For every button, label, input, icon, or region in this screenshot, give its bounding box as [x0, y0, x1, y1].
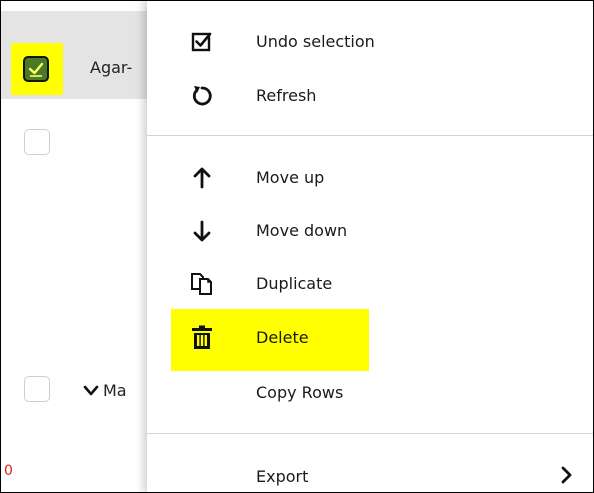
menu-item-label: Export: [256, 467, 309, 486]
app-frame: Agar- Ma 0 Undo selection Refresh Move u…: [0, 0, 594, 493]
menu-item-move-up[interactable]: Move up: [147, 153, 593, 205]
checkmark-icon: [28, 62, 44, 77]
duplicate-icon: [191, 273, 212, 295]
menu-item-label: Refresh: [256, 86, 317, 105]
row-checkbox-checked[interactable]: [23, 56, 49, 82]
refresh-icon: [192, 86, 212, 106]
chevron-right-icon: [561, 466, 572, 484]
menu-item-move-down[interactable]: Move down: [147, 206, 593, 258]
row-label: Agar-: [90, 58, 133, 77]
row-count: 0: [4, 463, 13, 479]
context-menu: Undo selection Refresh Move up Move down…: [147, 1, 593, 492]
menu-item-label: Duplicate: [256, 274, 333, 293]
chevron-down-icon[interactable]: [83, 385, 99, 397]
menu-item-label: Move down: [256, 221, 348, 240]
row-checkbox[interactable]: [24, 129, 50, 155]
menu-item-copy-rows[interactable]: Copy Rows: [147, 368, 593, 420]
menu-item-label: Undo selection: [256, 32, 375, 51]
menu-item-delete[interactable]: Delete: [147, 313, 593, 365]
menu-item-label: Move up: [256, 168, 325, 187]
menu-item-label: Copy Rows: [256, 383, 344, 402]
row-checkbox[interactable]: [24, 376, 50, 402]
row-label: Ma: [103, 381, 127, 400]
menu-item-export[interactable]: Export: [147, 452, 593, 492]
menu-item-duplicate[interactable]: Duplicate: [147, 259, 593, 311]
trash-icon: [192, 325, 212, 349]
menu-item-label: Delete: [256, 328, 309, 347]
menu-item-refresh[interactable]: Refresh: [147, 71, 593, 123]
menu-item-undo-selection[interactable]: Undo selection: [147, 17, 593, 69]
checkbox-icon: [191, 32, 212, 52]
arrow-down-icon: [193, 220, 211, 242]
menu-divider: [147, 433, 593, 434]
arrow-up-icon: [193, 167, 211, 189]
menu-divider: [147, 135, 593, 136]
